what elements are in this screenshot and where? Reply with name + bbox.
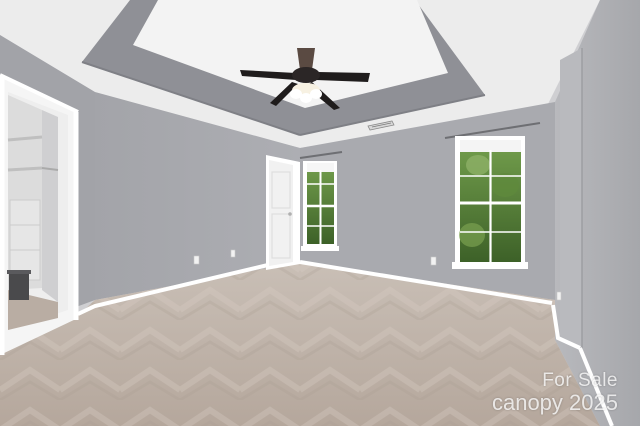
outlet-icon	[230, 249, 236, 258]
wall-column	[560, 48, 582, 350]
room-photo: For Sale canopy 2025	[0, 0, 640, 426]
watermark-brand-name: canopy	[491, 390, 563, 415]
closet-shelving-unit	[9, 199, 41, 281]
window-sill	[452, 262, 528, 269]
listing-watermark: For Sale canopy 2025	[492, 371, 618, 414]
closet-back-wall	[42, 110, 58, 302]
outlet-icon	[193, 255, 200, 265]
window-sill	[301, 246, 339, 251]
room-illustration	[0, 0, 640, 426]
outlet-icon	[556, 291, 562, 301]
watermark-for-sale: For Sale	[542, 370, 618, 391]
watermark-year: 2025	[569, 390, 618, 415]
watermark-brand: canopy 2025	[492, 392, 618, 414]
trash-bin	[9, 272, 29, 300]
outlet-icon	[430, 256, 437, 266]
door-knob	[288, 212, 292, 216]
closet-shelf	[7, 166, 43, 172]
